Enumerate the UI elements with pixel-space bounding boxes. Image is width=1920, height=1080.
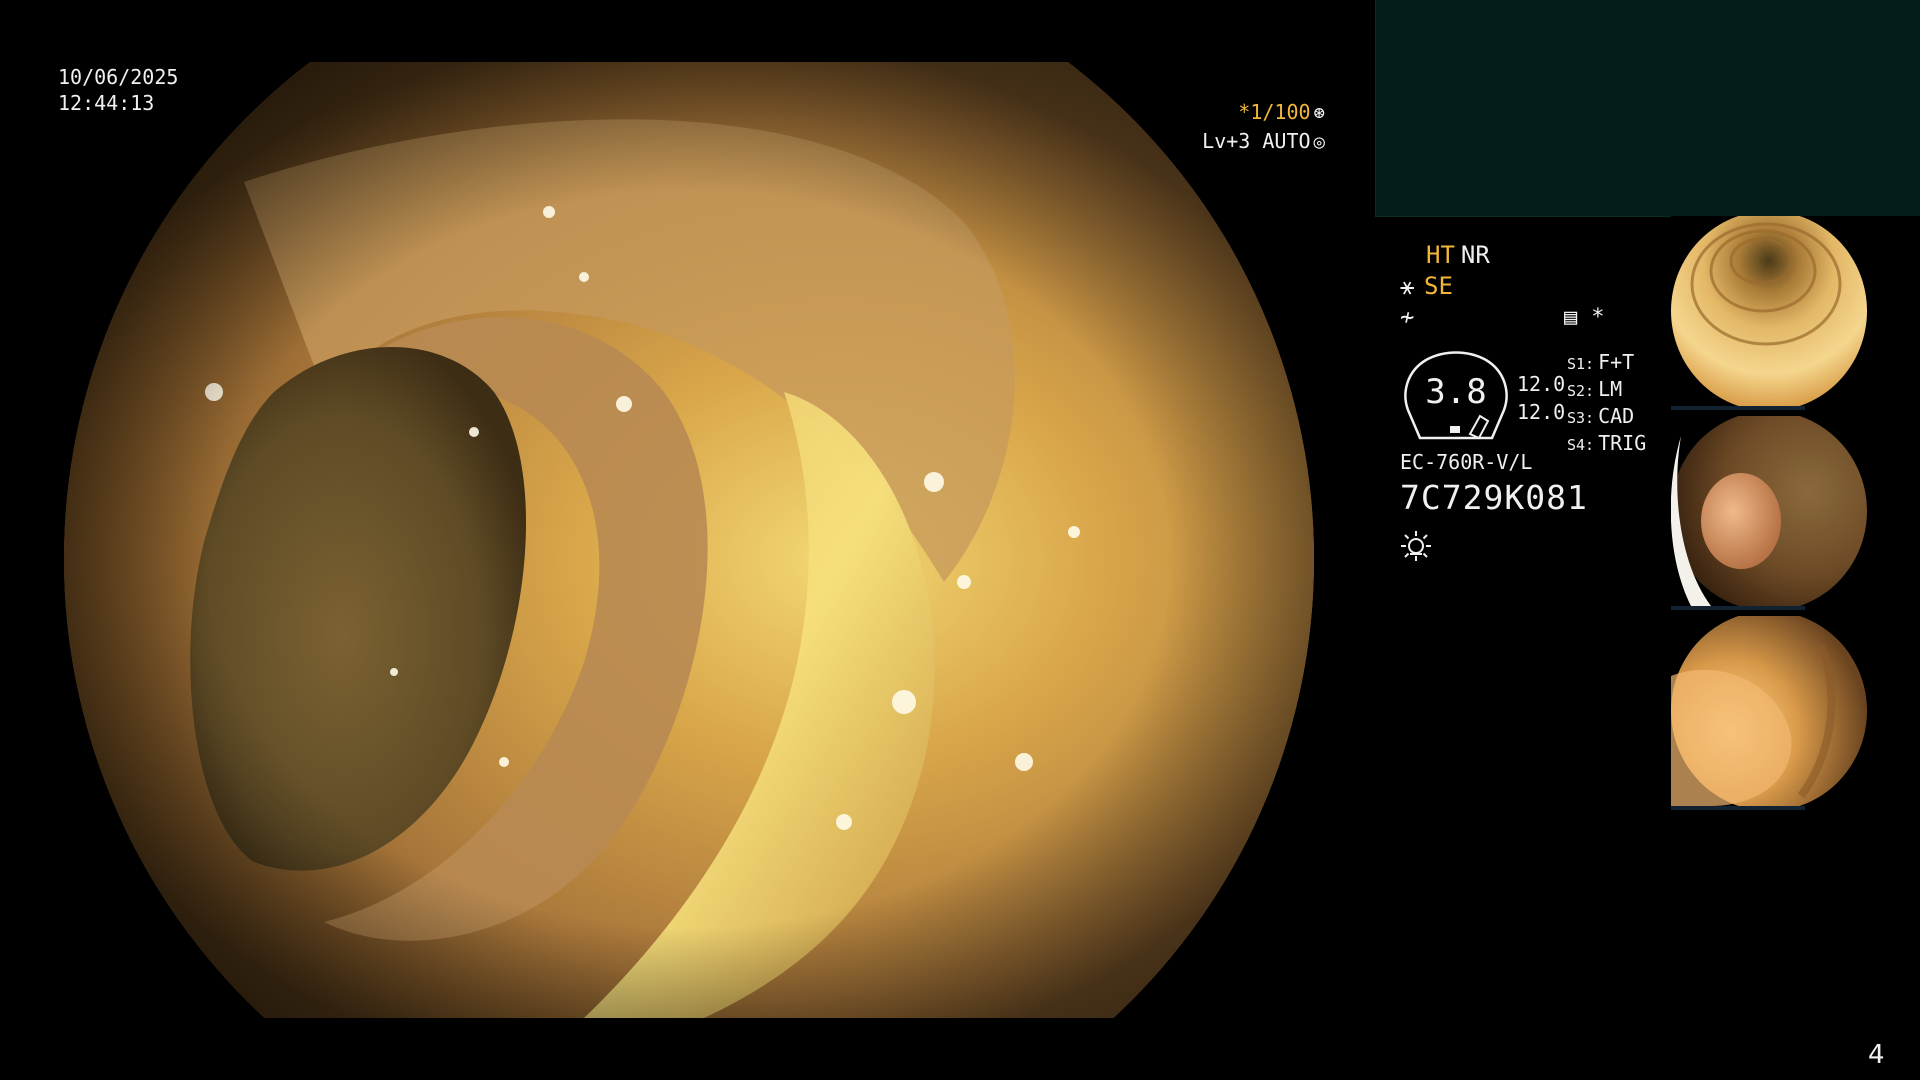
exposure-overlay: *1/100 ⊛ Lv+3 AUTO ◎ (1175, 98, 1325, 156)
thumbnail-image (1671, 616, 1920, 810)
status-line-2: ⚹ SE (1400, 271, 1490, 302)
zoom-value-1: 12.0 (1517, 372, 1566, 396)
page-number: 4 (1868, 1040, 1885, 1070)
capture-thumbnail-2[interactable] (1671, 416, 1920, 610)
tools-row: ▤ * (1564, 305, 1619, 330)
switch-key: S2: (1567, 382, 1595, 400)
brightness-level-value: Lv+3 AUTO (1202, 129, 1311, 153)
switch-key: S4: (1567, 436, 1595, 454)
colon-lumen-image (64, 62, 1314, 1018)
aperture-icon: ⊛ (1313, 102, 1325, 124)
thumbnail-image (1671, 216, 1920, 410)
switch-value: CAD (1598, 404, 1635, 428)
capture-thumbnail-3[interactable] (1671, 616, 1920, 810)
scope-switch-list: S1: F+T S2: LM S3: CAD S4: TRIG (1567, 350, 1646, 458)
switch-item: S3: CAD (1567, 404, 1646, 431)
switch-key: S3: (1567, 409, 1595, 427)
insertion-gauge: 3.8 (1400, 350, 1512, 442)
structure-enhance-icon: ⚹ (1400, 272, 1415, 300)
switch-key: S1: (1567, 355, 1595, 373)
shutter-speed-value: *1/100 (1238, 100, 1311, 124)
ht-indicator: HT (1426, 241, 1455, 269)
scope-model: EC-760R-V/L (1400, 450, 1533, 474)
status-line-1: HT NR (1400, 240, 1490, 271)
switch-value: TRIG (1598, 431, 1647, 455)
switch-value: F+T (1598, 350, 1635, 374)
asterisk-indicator: * (1591, 305, 1605, 330)
thumbnail-image (1671, 416, 1920, 610)
patient-info-box (1375, 0, 1920, 217)
zoom-values: 12.0 12.0 (1517, 370, 1565, 426)
capture-thumbnail-1[interactable] (1671, 216, 1920, 410)
capture-datetime: 10/06/2025 12:44:13 (58, 64, 178, 116)
shutter-speed: *1/100 ⊛ (1175, 98, 1325, 127)
switch-item: S1: F+T (1567, 350, 1646, 377)
nr-indicator: NR (1460, 241, 1490, 269)
processing-status: HT NR ⚹ SE ≁ (1400, 240, 1490, 333)
status-line-3: ≁ (1400, 302, 1490, 333)
recording-icon: ▤ (1564, 305, 1578, 330)
switch-value: LM (1598, 377, 1623, 401)
brightness-level: Lv+3 AUTO ◎ (1175, 127, 1325, 156)
gauge-value: 3.8 (1425, 372, 1487, 412)
switch-item: S4: TRIG (1567, 431, 1646, 458)
scope-serial: 7C729K081 (1400, 478, 1588, 517)
light-source-icon (1401, 531, 1431, 561)
se-indicator: SE (1424, 272, 1453, 300)
endoscope-live-view (64, 62, 1314, 1018)
iris-icon: ◎ (1313, 131, 1325, 153)
switch-item: S2: LM (1567, 377, 1646, 404)
zoom-value-2: 12.0 (1517, 400, 1566, 424)
freeze-icon: ≁ (1400, 303, 1415, 331)
endoscopy-screen: 10/06/2025 12:44:13 *1/100 ⊛ Lv+3 AUTO ◎ H… (0, 0, 1920, 1080)
capture-time: 12:44:13 (58, 91, 155, 115)
capture-date: 10/06/2025 (58, 65, 179, 89)
